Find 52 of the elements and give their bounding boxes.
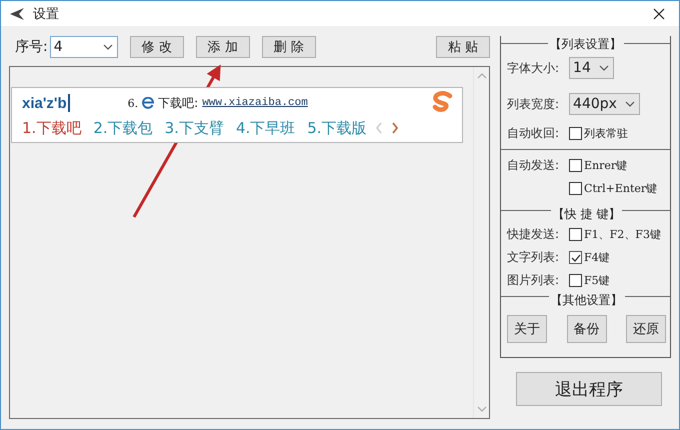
setting-label: 列表宽度: [507,96,560,112]
setting-dropdown[interactable]: 14 [569,57,614,79]
app-icon [9,6,25,20]
settings-button[interactable]: 备份 [566,315,607,343]
index-dropdown[interactable]: 4 [50,36,118,58]
action-button[interactable]: 添 加 [196,36,250,58]
hint-number: 6. [128,96,138,110]
previous-page-icon [374,122,383,134]
typed-pinyin-text: xia'z'b [22,94,67,112]
section-header: 【快 捷 键】 [550,206,622,222]
scroll-down-icon [476,406,487,412]
setting-label: 图片列表: [507,272,560,289]
checkmark-icon [570,254,581,262]
candidate-word[interactable]: 2.下载包 [93,118,153,138]
section-header: 【其他设置】 [548,292,625,308]
hint-link[interactable]: www.xiazaiba.com [202,97,308,109]
setting-dropdown[interactable]: 440px [569,93,640,115]
s-logo-icon [432,91,454,115]
text-cursor-icon [68,94,70,112]
action-button[interactable]: 修 改 [130,36,184,58]
candidate-word[interactable]: 4.下早班 [236,118,296,138]
dropdown-caret-icon [624,101,635,107]
setting-checkbox[interactable]: F5键 [569,273,610,288]
setting-label: 快捷发送: [507,226,560,243]
browser-e-icon [142,97,154,109]
setting-label: 自动发送: [507,157,560,174]
paste-button[interactable]: 粘 贴 [436,36,490,58]
setting-checkbox[interactable]: 列表常驻 [569,126,628,141]
window-title: 设置 [33,6,60,22]
dropdown-caret-icon [598,65,609,71]
setting-checkbox[interactable]: Enrer键 [569,158,628,173]
settings-button[interactable]: 还原 [626,315,666,343]
hint-text: 下载吧: [158,94,198,112]
scroll-up-icon [476,73,487,79]
setting-checkbox[interactable]: F1、F2、F3键 [569,227,661,242]
setting-label: 字体大小: [507,60,560,76]
candidate-word[interactable]: 3.下支臂 [164,118,224,138]
setting-label: 文字列表: [507,249,560,266]
dropdown-caret-icon [102,44,113,50]
candidate-word[interactable]: 1.下载吧 [22,118,82,138]
settings-button[interactable]: 关于 [507,315,548,343]
setting-checkbox[interactable]: Ctrl+Enter键 [569,181,658,196]
section-header: 【列表设置】 [548,36,624,52]
close-icon [653,8,665,20]
exit-button[interactable]: 退出程序 [516,372,662,406]
index-label: 序号: [15,38,48,56]
setting-label: 自动收回: [507,125,560,142]
next-page-icon [390,122,399,134]
setting-checkbox[interactable]: F4键 [569,250,610,265]
scrollbar[interactable] [473,67,490,418]
candidate-word[interactable]: 5.下载版 [307,118,367,138]
action-button[interactable]: 删 除 [262,36,316,58]
